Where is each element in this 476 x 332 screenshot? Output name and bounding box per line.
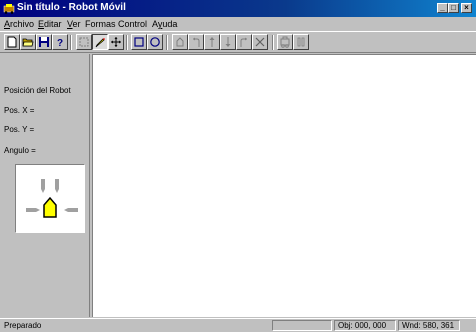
- robot-button[interactable]: [172, 34, 188, 50]
- open-folder-icon: [22, 38, 34, 47]
- stop-x-icon: [255, 37, 265, 47]
- select-button[interactable]: [76, 34, 92, 50]
- stop-button[interactable]: [252, 34, 268, 50]
- run-button[interactable]: [277, 34, 293, 50]
- pencil-icon: [95, 38, 105, 48]
- panel-heading: Posición del Robot: [4, 86, 71, 95]
- help-icon: ?: [57, 38, 63, 48]
- pencil-button[interactable]: [92, 34, 108, 50]
- status-bar: Preparado Obj: 000, 000 Wnd: 580, 361: [0, 318, 476, 332]
- pos-y-label: Pos. Y =: [4, 125, 35, 134]
- toolbar-separator: [126, 35, 128, 50]
- menu-control[interactable]: Control: [118, 19, 147, 29]
- pause-icon: [297, 37, 305, 47]
- select-icon: [79, 37, 89, 47]
- new-document-icon: [7, 36, 17, 48]
- close-icon: ×: [464, 3, 469, 12]
- move-arrows-icon: [111, 37, 121, 47]
- window-size: Wnd: 580, 361: [398, 320, 460, 331]
- robot-shape-icon: [176, 37, 184, 47]
- run-icon: [280, 36, 290, 48]
- robot-position-panel: Posición del Robot Pos. X = Pos. Y = Ang…: [0, 54, 90, 317]
- menu-archivo[interactable]: Archivo: [4, 19, 34, 29]
- angle-label: Angulo =: [4, 146, 36, 155]
- toolbar-separator: [166, 35, 168, 50]
- help-button[interactable]: ?: [52, 34, 68, 50]
- pause-button[interactable]: [293, 34, 309, 50]
- toolbar-separator: [272, 35, 274, 50]
- move-button[interactable]: [108, 34, 124, 50]
- svg-text:?: ?: [57, 38, 63, 48]
- minimize-icon: _: [440, 3, 445, 12]
- forward-button[interactable]: [204, 34, 220, 50]
- obj-coordinates: Obj: 000, 000: [334, 320, 396, 331]
- turn-right-icon: [240, 37, 247, 47]
- menu-editar[interactable]: Editar: [38, 19, 62, 29]
- menu-bar: Archivo Editar Ver Formas Control Ayuda: [0, 17, 476, 31]
- circle-icon: [150, 37, 160, 47]
- save-button[interactable]: [36, 34, 52, 50]
- new-button[interactable]: [4, 34, 20, 50]
- backward-button[interactable]: [220, 34, 236, 50]
- toolbar: ?: [0, 31, 476, 53]
- save-disk-icon: [39, 37, 49, 47]
- status-pane-empty: [272, 320, 332, 331]
- maximize-icon: □: [451, 3, 456, 12]
- open-button[interactable]: [20, 34, 36, 50]
- arrow-down-icon: [225, 37, 231, 47]
- robot-preview: [15, 164, 85, 233]
- circle-button[interactable]: [147, 34, 163, 50]
- maximize-button[interactable]: □: [448, 3, 459, 13]
- arrow-up-icon: [209, 37, 215, 47]
- drawing-canvas[interactable]: [92, 54, 476, 317]
- close-button[interactable]: ×: [461, 3, 472, 13]
- status-text: Preparado: [4, 321, 42, 330]
- menu-ver[interactable]: Ver: [67, 19, 81, 29]
- menu-formas[interactable]: Formas: [85, 19, 116, 29]
- turn-left-button[interactable]: [188, 34, 204, 50]
- menu-ayuda[interactable]: Ayuda: [152, 19, 177, 29]
- rectangle-icon: [134, 37, 144, 47]
- turn-left-icon: [193, 37, 200, 47]
- toolbar-separator: [70, 35, 72, 50]
- app-icon: [3, 4, 15, 14]
- pos-x-label: Pos. X =: [4, 106, 35, 115]
- turn-right-button[interactable]: [236, 34, 252, 50]
- minimize-button[interactable]: _: [437, 3, 448, 13]
- robot-icon: [26, 179, 78, 218]
- title-bar[interactable]: Sin título - Robot Móvil _ □ ×: [0, 0, 476, 17]
- window-title: Sin título - Robot Móvil: [17, 2, 126, 13]
- rectangle-button[interactable]: [131, 34, 147, 50]
